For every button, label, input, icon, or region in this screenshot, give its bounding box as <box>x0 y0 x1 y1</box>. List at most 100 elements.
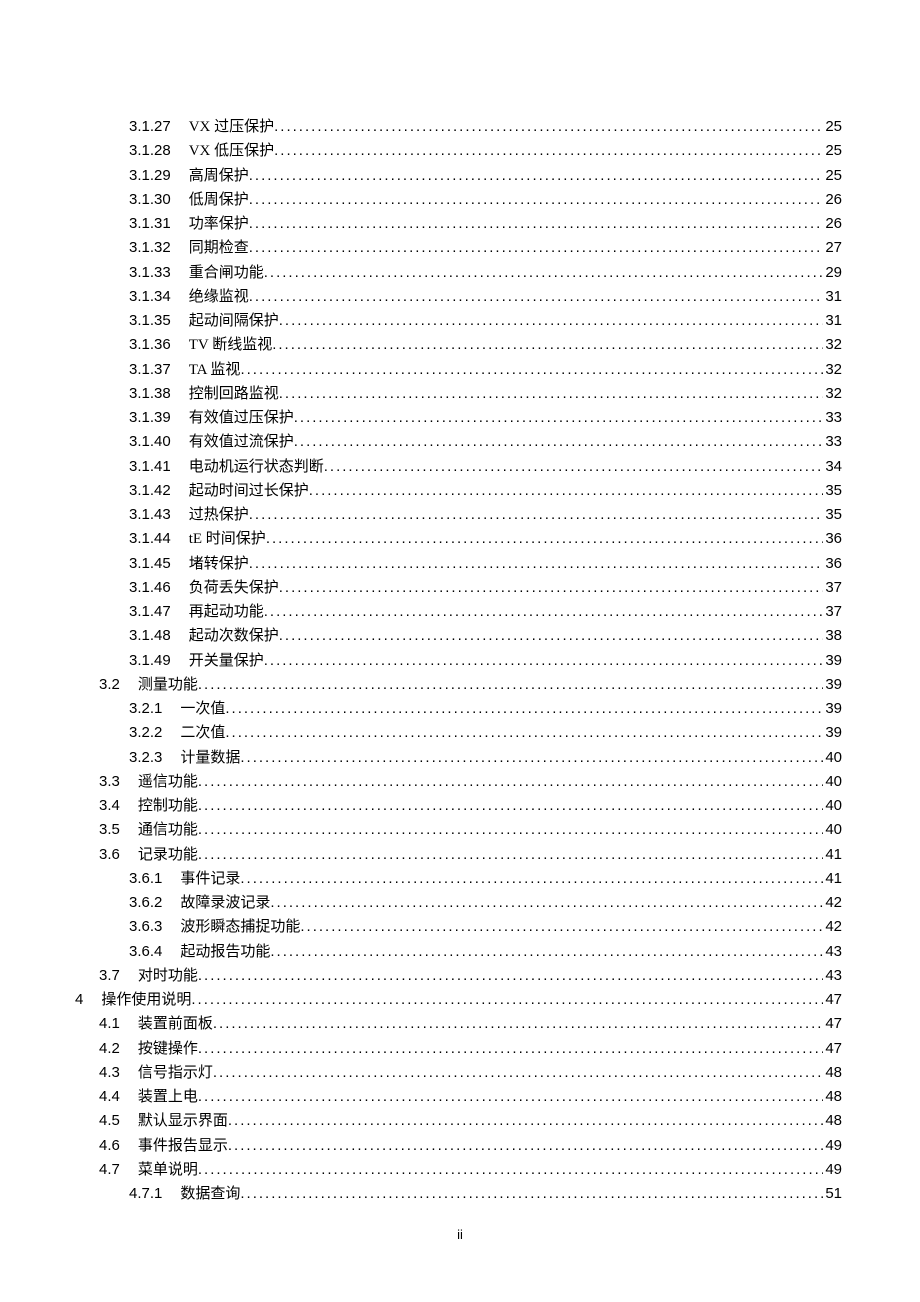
toc-entry-page: 25 <box>823 164 842 188</box>
toc-entry[interactable]: 4.7.1数据查询51 <box>75 1182 842 1206</box>
toc-entry-page: 25 <box>823 115 842 139</box>
toc-entry[interactable]: 3.1.45堵转保护36 <box>75 552 842 576</box>
toc-entry-page: 43 <box>823 940 842 964</box>
toc-entry[interactable]: 3.6.3波形瞬态捕捉功能42 <box>75 915 842 939</box>
toc-entry[interactable]: 3.1.32同期检查27 <box>75 236 842 260</box>
toc-entry[interactable]: 4.5默认显示界面48 <box>75 1109 842 1133</box>
toc-leader-dots <box>279 382 824 406</box>
toc-entry-page: 42 <box>823 915 842 939</box>
toc-leader-dots <box>198 964 823 988</box>
toc-entry-page: 26 <box>823 212 842 236</box>
toc-entry[interactable]: 3.7对时功能43 <box>75 964 842 988</box>
toc-entry-page: 48 <box>823 1109 842 1133</box>
toc-entry[interactable]: 4.3信号指示灯48 <box>75 1061 842 1085</box>
toc-entry-number: 3.1.28 <box>129 139 189 163</box>
toc-entry[interactable]: 4.4装置上电48 <box>75 1085 842 1109</box>
toc-leader-dots <box>198 1085 823 1109</box>
toc-entry[interactable]: 3.6.4起动报告功能43 <box>75 940 842 964</box>
toc-entry-number: 3.7 <box>99 964 138 988</box>
toc-entry[interactable]: 3.2.2二次值39 <box>75 721 842 745</box>
toc-entry[interactable]: 3.1.31功率保护26 <box>75 212 842 236</box>
toc-entry[interactable]: 3.1.40有效值过流保护33 <box>75 430 842 454</box>
toc-leader-dots <box>264 261 824 285</box>
toc-entry[interactable]: 3.1.36TV 断线监视32 <box>75 333 842 357</box>
toc-entry-number: 4.6 <box>99 1134 138 1158</box>
toc-leader-dots <box>266 527 824 551</box>
toc-entry-title: 一次值 <box>180 697 225 721</box>
toc-entry[interactable]: 3.1.35起动间隔保护31 <box>75 309 842 333</box>
toc-entry[interactable]: 3.3遥信功能40 <box>75 770 842 794</box>
toc-entry[interactable]: 3.1.42起动时间过长保护35 <box>75 479 842 503</box>
page-number: ii <box>0 1227 920 1242</box>
toc-entry[interactable]: 3.1.39有效值过压保护33 <box>75 406 842 430</box>
toc-entry[interactable]: 3.1.27VX 过压保护25 <box>75 115 842 139</box>
toc-entry-title: 起动间隔保护 <box>189 309 279 333</box>
toc-entry-number: 4.2 <box>99 1037 138 1061</box>
toc-entry-title: 通信功能 <box>138 818 198 842</box>
toc-entry[interactable]: 3.2.3计量数据40 <box>75 746 842 770</box>
toc-entry-page: 40 <box>823 818 842 842</box>
toc-entry-number: 3.1.43 <box>129 503 189 527</box>
toc-entry[interactable]: 4.6事件报告显示49 <box>75 1134 842 1158</box>
toc-entry[interactable]: 3.6.2故障录波记录42 <box>75 891 842 915</box>
toc-entry[interactable]: 3.1.30低周保护26 <box>75 188 842 212</box>
toc-entry[interactable]: 3.1.48起动次数保护38 <box>75 624 842 648</box>
toc-entry[interactable]: 3.6.1事件记录41 <box>75 867 842 891</box>
toc-entry[interactable]: 3.1.33重合闸功能29 <box>75 261 842 285</box>
toc-entry[interactable]: 3.2.1一次值39 <box>75 697 842 721</box>
toc-entry-page: 42 <box>823 891 842 915</box>
toc-leader-dots <box>300 915 823 939</box>
toc-leader-dots <box>324 455 824 479</box>
toc-entry-number: 3.1.31 <box>129 212 189 236</box>
toc-entry[interactable]: 4.1装置前面板47 <box>75 1012 842 1036</box>
toc-entry[interactable]: 3.1.47再起动功能37 <box>75 600 842 624</box>
toc-entry-number: 3.1.35 <box>129 309 189 333</box>
toc-entry-title: 同期检查 <box>189 236 249 260</box>
toc-leader-dots <box>198 818 823 842</box>
toc-leader-dots <box>228 1109 823 1133</box>
toc-entry-number: 3.6.2 <box>129 891 180 915</box>
toc-leader-dots <box>225 697 823 721</box>
toc-entry[interactable]: 3.1.38控制回路监视32 <box>75 382 842 406</box>
toc-leader-dots <box>279 624 824 648</box>
toc-entry-title: 电动机运行状态判断 <box>189 455 324 479</box>
toc-entry[interactable]: 3.1.41电动机运行状态判断34 <box>75 455 842 479</box>
toc-entry[interactable]: 3.1.34绝缘监视31 <box>75 285 842 309</box>
toc-entry[interactable]: 3.1.28VX 低压保护25 <box>75 139 842 163</box>
toc-entry-number: 3.1.46 <box>129 576 189 600</box>
toc-leader-dots <box>240 1182 823 1206</box>
toc-leader-dots <box>228 1134 823 1158</box>
toc-entry[interactable]: 4.2按键操作47 <box>75 1037 842 1061</box>
toc-entry-page: 49 <box>823 1158 842 1182</box>
toc-entry[interactable]: 3.4控制功能40 <box>75 794 842 818</box>
toc-leader-dots <box>198 843 823 867</box>
toc-entry[interactable]: 3.1.46负荷丢失保护37 <box>75 576 842 600</box>
toc-entry[interactable]: 3.1.44tE 时间保护36 <box>75 527 842 551</box>
toc-entry-number: 3.1.40 <box>129 430 189 454</box>
toc-leader-dots <box>270 891 823 915</box>
toc-entry[interactable]: 4操作使用说明47 <box>75 988 842 1012</box>
toc-entry-title: 默认显示界面 <box>138 1109 228 1133</box>
toc-entry[interactable]: 4.7菜单说明49 <box>75 1158 842 1182</box>
toc-entry-title: 测量功能 <box>138 673 198 697</box>
toc-entry[interactable]: 3.1.29高周保护25 <box>75 164 842 188</box>
toc-entry-page: 47 <box>823 1012 842 1036</box>
toc-entry[interactable]: 3.6记录功能41 <box>75 843 842 867</box>
toc-entry-number: 3.2.1 <box>129 697 180 721</box>
toc-entry[interactable]: 3.1.37TA 监视32 <box>75 358 842 382</box>
toc-leader-dots <box>274 139 823 163</box>
toc-entry-page: 39 <box>823 721 842 745</box>
toc-entry[interactable]: 3.1.43过热保护35 <box>75 503 842 527</box>
toc-entry-number: 3.1.49 <box>129 649 189 673</box>
toc-entry[interactable]: 3.2测量功能39 <box>75 673 842 697</box>
toc-leader-dots <box>249 236 824 260</box>
toc-entry-title: 再起动功能 <box>189 600 264 624</box>
toc-entry[interactable]: 3.1.49开关量保护39 <box>75 649 842 673</box>
toc-entry[interactable]: 3.5通信功能 40 <box>75 818 842 842</box>
toc-entry-page: 47 <box>823 988 842 1012</box>
toc-entry-number: 3.5 <box>99 818 138 842</box>
toc-entry-number: 3.2.2 <box>129 721 180 745</box>
toc-entry-number: 4 <box>75 988 101 1012</box>
toc-entry-title: 装置上电 <box>138 1085 198 1109</box>
toc-entry-page: 31 <box>823 285 842 309</box>
